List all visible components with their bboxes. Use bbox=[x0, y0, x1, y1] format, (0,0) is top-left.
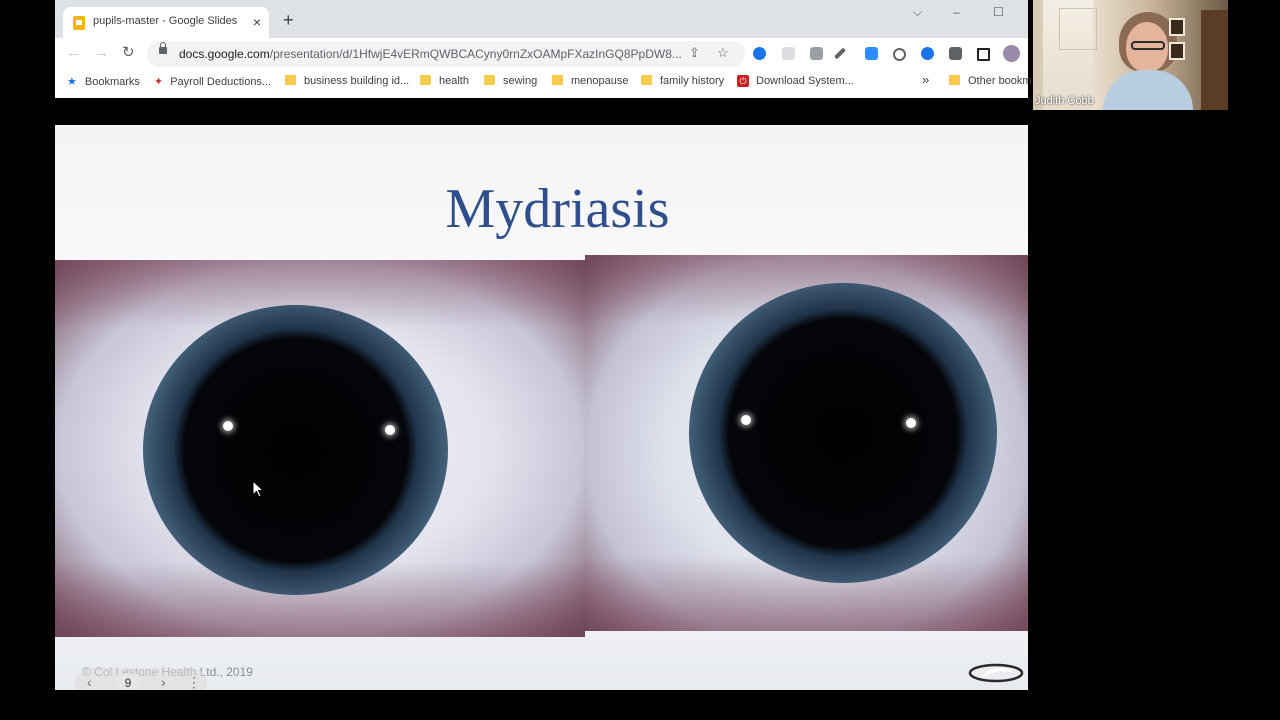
bookmark-label: Bookmarks bbox=[84, 76, 140, 88]
bookmark-payroll[interactable]: ✦ Payroll Deductions... bbox=[154, 75, 271, 88]
lock-icon bbox=[159, 42, 167, 54]
folder-icon bbox=[552, 75, 563, 85]
bookmark-other[interactable]: Other bookm bbox=[949, 75, 1032, 87]
light-reflection bbox=[223, 421, 233, 431]
bookmark-health[interactable]: health bbox=[420, 75, 469, 87]
eyedropper-icon[interactable] bbox=[833, 47, 847, 60]
bookmark-sewing[interactable]: sewing bbox=[484, 75, 537, 87]
extension-icon-3[interactable] bbox=[921, 47, 934, 60]
extension-icon-2[interactable] bbox=[782, 47, 795, 60]
iris-pupil-left bbox=[143, 305, 448, 595]
webcam-video-tile[interactable]: Judith Cobb bbox=[1033, 0, 1228, 110]
bookmark-label: family history bbox=[660, 75, 725, 87]
bookmark-label: Payroll Deductions... bbox=[170, 76, 272, 88]
url-host: docs.google.com bbox=[179, 47, 270, 61]
tab-title: pupils-master - Google Slides bbox=[93, 15, 238, 27]
tab-strip: pupils-master - Google Slides × + ⌵ – ☐ bbox=[55, 0, 1028, 38]
code-extension-icon[interactable] bbox=[810, 47, 823, 60]
tab-google-slides[interactable]: pupils-master - Google Slides × bbox=[63, 7, 269, 38]
bookmark-label: Other bookm bbox=[968, 75, 1032, 87]
tab-search-icon[interactable]: ⌵ bbox=[913, 5, 922, 20]
bookmark-label: business building id... bbox=[304, 75, 410, 87]
mouse-cursor-icon bbox=[252, 480, 264, 498]
company-logo bbox=[968, 663, 1024, 683]
participant-body bbox=[1103, 70, 1193, 110]
light-reflection bbox=[385, 425, 395, 435]
dilated-eye-image-right bbox=[585, 255, 1028, 631]
iris-pupil-right bbox=[689, 283, 997, 583]
forward-button[interactable]: → bbox=[94, 44, 109, 62]
bookmark-label: sewing bbox=[503, 75, 538, 87]
bookmark-label: Download System... bbox=[756, 75, 854, 87]
reload-button[interactable]: ↻ bbox=[122, 44, 135, 62]
bookmark-label: menopause bbox=[571, 75, 629, 87]
folder-icon bbox=[285, 75, 296, 85]
profile-avatar-icon[interactable] bbox=[1003, 45, 1020, 62]
url-text: docs.google.com/presentation/d/1HfwjE4vE… bbox=[179, 47, 682, 61]
folder-icon bbox=[641, 75, 652, 85]
more-options-icon[interactable]: ⋮ bbox=[187, 674, 201, 690]
extension-icon-1[interactable] bbox=[753, 47, 766, 60]
bookmark-family-history[interactable]: family history bbox=[641, 75, 724, 87]
bookmarks-overflow-button[interactable]: » bbox=[922, 72, 929, 87]
bookmark-menopause[interactable]: menopause bbox=[552, 75, 629, 87]
browser-toolbar: ← → ↻ docs.google.com/presentation/d/1Hf… bbox=[55, 38, 1028, 70]
slide-title: Mydriasis bbox=[445, 178, 670, 240]
folder-icon bbox=[484, 75, 495, 85]
door-panel bbox=[1059, 8, 1097, 50]
background-door bbox=[1043, 0, 1097, 110]
zoom-icon[interactable] bbox=[865, 47, 878, 60]
bookmark-business[interactable]: business building id... bbox=[285, 75, 409, 87]
slide-number[interactable]: 9 bbox=[116, 674, 140, 690]
target-icon[interactable] bbox=[893, 48, 906, 61]
folder-icon bbox=[420, 75, 431, 85]
star-icon: ★ bbox=[67, 76, 77, 88]
bookmark-bookmarks[interactable]: ★ Bookmarks bbox=[67, 75, 140, 88]
puzzle-icon[interactable] bbox=[949, 47, 962, 60]
address-bar[interactable]: docs.google.com/presentation/d/1HfwjE4vE… bbox=[147, 41, 745, 67]
light-reflection bbox=[741, 415, 751, 425]
minimize-button[interactable]: – bbox=[953, 5, 960, 19]
tab-close-button[interactable]: × bbox=[253, 13, 261, 31]
picture-frame bbox=[1169, 18, 1185, 36]
light-reflection bbox=[906, 418, 916, 428]
bookmark-label: health bbox=[439, 75, 469, 87]
slide-navigation: ‹ 9 › ⋮ bbox=[75, 668, 207, 690]
maximize-button[interactable]: ☐ bbox=[993, 5, 1004, 19]
slide[interactable]: Mydriasis © Col Lestone Health Ltd., 201… bbox=[55, 125, 1028, 690]
picture-frame bbox=[1169, 42, 1185, 60]
previous-slide-button[interactable]: ‹ bbox=[87, 674, 92, 690]
new-tab-button[interactable]: + bbox=[283, 11, 294, 29]
next-slide-button[interactable]: › bbox=[161, 674, 166, 690]
bookmarks-bar: ★ Bookmarks ✦ Payroll Deductions... busine… bbox=[55, 70, 1032, 94]
google-slides-icon bbox=[73, 16, 85, 30]
folder-icon bbox=[949, 75, 960, 85]
bookmark-download-system[interactable]: ⏻ Download System... bbox=[737, 75, 854, 87]
power-icon: ⏻ bbox=[737, 75, 749, 87]
url-path: /presentation/d/1HfwjE4vERmQWBCACyny0rnZ… bbox=[269, 47, 682, 61]
share-icon[interactable]: ⇪ bbox=[689, 45, 700, 61]
presentation-area: Mydriasis © Col Lestone Health Ltd., 201… bbox=[55, 98, 1028, 690]
side-panel-icon[interactable] bbox=[977, 48, 990, 61]
maple-leaf-icon: ✦ bbox=[154, 76, 164, 88]
background-shelf bbox=[1201, 10, 1228, 110]
glasses bbox=[1131, 41, 1165, 50]
back-button[interactable]: ← bbox=[66, 44, 81, 62]
bookmark-star-icon[interactable]: ☆ bbox=[717, 45, 729, 61]
browser-window: pupils-master - Google Slides × + ⌵ – ☐ … bbox=[55, 0, 1032, 98]
dilated-eye-image-left bbox=[55, 260, 585, 637]
participant-name: Judith Cobb bbox=[1035, 95, 1094, 107]
